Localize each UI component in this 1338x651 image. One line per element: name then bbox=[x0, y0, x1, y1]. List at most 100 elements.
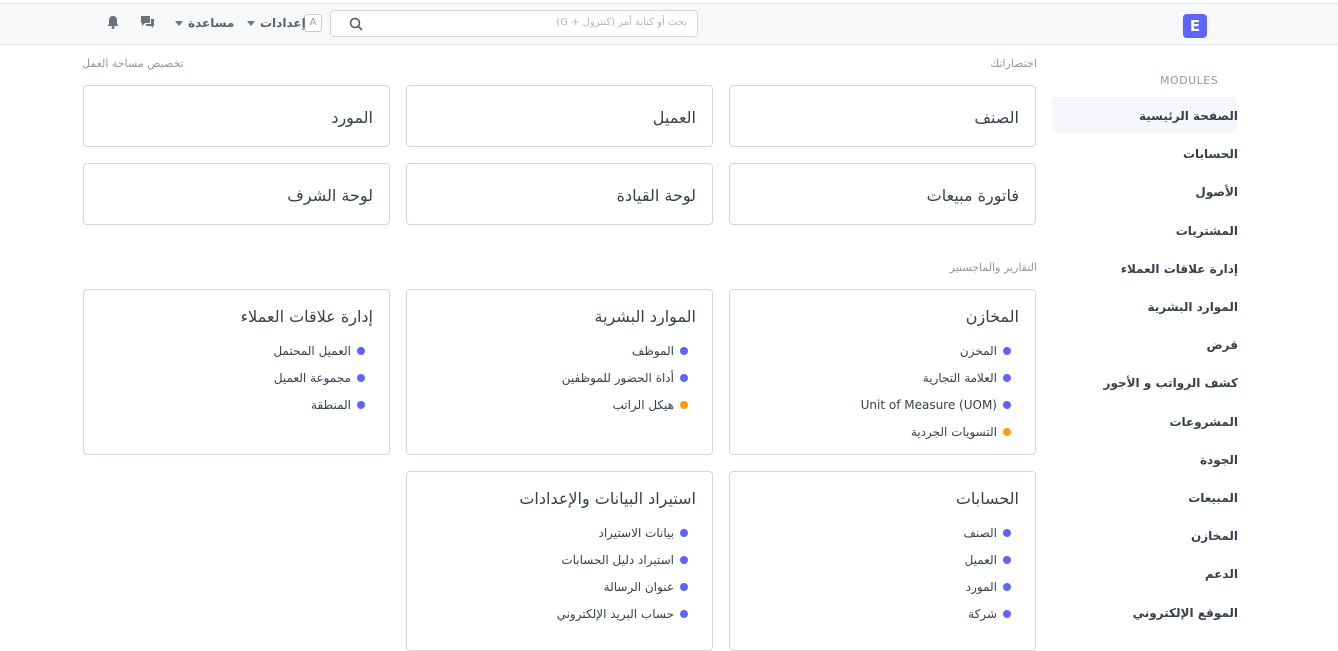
sidebar-item[interactable]: الموارد البشرية bbox=[1147, 300, 1238, 314]
report-link-label: شركة bbox=[968, 607, 997, 621]
sidebar-item[interactable]: الأصول bbox=[1195, 185, 1238, 199]
report-card: الموارد البشرية الموظف أداة الحضور للموظفي… bbox=[406, 289, 713, 455]
report-card-title: إدارة علاقات العملاء bbox=[240, 307, 373, 326]
report-link-label: الموظف bbox=[631, 344, 674, 358]
reports-label: التقارير والماجستير bbox=[949, 261, 1037, 274]
report-link[interactable]: حساب البريد الإلكتروني bbox=[557, 607, 688, 621]
report-link[interactable]: شركة bbox=[968, 607, 1011, 621]
shortcuts-label: اختصاراتك bbox=[990, 57, 1037, 70]
report-link[interactable]: المنطقة bbox=[311, 398, 365, 412]
sidebar-item[interactable]: قرض bbox=[1207, 338, 1238, 352]
status-dot-icon bbox=[680, 347, 688, 355]
shortcut-label: لوحة القيادة bbox=[616, 186, 696, 205]
shortcut-card[interactable]: فاتورة مبيعات bbox=[729, 163, 1036, 225]
avatar[interactable]: A bbox=[304, 14, 322, 32]
report-card-title: استيراد البيانات والإعدادات bbox=[519, 489, 696, 508]
status-dot-icon bbox=[1003, 556, 1011, 564]
report-link[interactable]: المورد bbox=[966, 580, 1011, 594]
search-placeholder: بحث أو كتابة أمر (كنترول + G) bbox=[556, 17, 687, 28]
chevron-down-icon bbox=[247, 21, 255, 26]
report-link[interactable]: المخزن bbox=[960, 344, 1011, 358]
status-dot-icon bbox=[1003, 610, 1011, 618]
status-dot-icon bbox=[1003, 583, 1011, 591]
status-dot-icon bbox=[680, 556, 688, 564]
shortcut-label: لوحة الشرف bbox=[287, 186, 373, 205]
report-link-label: أداة الحضور للموظفين bbox=[561, 371, 674, 385]
shortcut-label: فاتورة مبيعات bbox=[926, 186, 1019, 205]
sidebar-item[interactable]: المشتريات bbox=[1176, 224, 1238, 238]
status-dot-icon bbox=[357, 347, 365, 355]
sidebar-item[interactable]: الحسابات bbox=[1183, 147, 1238, 161]
report-link[interactable]: مجموعة العميل bbox=[274, 371, 365, 385]
report-link-label: المخزن bbox=[959, 344, 997, 358]
sidebar-item[interactable]: المبيعات bbox=[1188, 491, 1238, 505]
sidebar-item[interactable]: الجودة bbox=[1200, 453, 1238, 467]
report-link[interactable]: العلامة التجارية bbox=[923, 371, 1011, 385]
report-link-label: بيانات الاستيراد bbox=[598, 526, 675, 540]
report-link[interactable]: الموظف bbox=[632, 344, 688, 358]
report-card-title: المخازن bbox=[965, 307, 1019, 326]
sidebar-item[interactable]: الموقع الإلكتروني bbox=[1133, 606, 1238, 620]
report-link[interactable]: استيراد دليل الحسابات bbox=[561, 553, 688, 567]
report-link[interactable]: Unit of Measure (UOM) bbox=[861, 398, 1011, 412]
shortcut-card[interactable]: لوحة القيادة bbox=[406, 163, 713, 225]
customize-workspace-link[interactable]: تخصيص مساحة العمل bbox=[82, 57, 184, 70]
status-dot-icon bbox=[357, 374, 365, 382]
report-link[interactable]: عنوان الرسالة bbox=[604, 580, 688, 594]
report-link[interactable]: أداة الحضور للموظفين bbox=[562, 371, 688, 385]
status-dot-icon bbox=[680, 401, 688, 409]
chat-icon[interactable] bbox=[138, 14, 156, 30]
shortcut-card[interactable]: المورد bbox=[83, 85, 390, 147]
status-dot-icon bbox=[1003, 347, 1011, 355]
report-card: استيراد البيانات والإعدادات بيانات الاستي… bbox=[406, 471, 713, 651]
shortcut-label: الصنف bbox=[974, 108, 1019, 127]
report-link[interactable]: العميل bbox=[965, 553, 1011, 567]
shortcut-card[interactable]: العميل bbox=[406, 85, 713, 147]
report-link[interactable]: التسويات الجردية bbox=[911, 425, 1011, 439]
report-link-label: العميل bbox=[964, 553, 997, 567]
report-link-label: استيراد دليل الحسابات bbox=[561, 553, 674, 567]
help-dropdown[interactable]: مساعدة bbox=[188, 16, 234, 30]
status-dot-icon bbox=[680, 529, 688, 537]
report-card: الحسابات الصنف العميل المورد شركة bbox=[729, 471, 1036, 651]
shortcut-card[interactable]: لوحة الشرف bbox=[83, 163, 390, 225]
report-card: إدارة علاقات العملاء العميل المحتمل مجموعة… bbox=[83, 289, 390, 455]
report-card: المخازن المخزن العلامة التجارية Unit of Mea… bbox=[729, 289, 1036, 455]
status-dot-icon bbox=[680, 583, 688, 591]
report-link-label: مجموعة العميل bbox=[273, 371, 351, 385]
status-dot-icon bbox=[680, 374, 688, 382]
chevron-down-icon bbox=[175, 21, 183, 26]
app-logo[interactable]: E bbox=[1183, 14, 1207, 38]
sidebar-item[interactable]: الصفحة الرئيسية bbox=[1139, 109, 1238, 123]
report-link-label: Unit of Measure (UOM) bbox=[860, 398, 997, 412]
report-link-label: هيكل الراتب bbox=[612, 398, 674, 412]
status-dot-icon bbox=[1003, 529, 1011, 537]
report-link[interactable]: هيكل الراتب bbox=[612, 398, 688, 412]
report-card-title: الحسابات bbox=[955, 489, 1019, 508]
shortcut-label: العميل bbox=[652, 108, 696, 127]
shortcut-label: المورد bbox=[331, 108, 373, 127]
shortcut-card[interactable]: الصنف bbox=[729, 85, 1036, 147]
report-link-label: التسويات الجردية bbox=[910, 425, 997, 439]
status-dot-icon bbox=[680, 610, 688, 618]
search-input[interactable]: بحث أو كتابة أمر (كنترول + G) bbox=[330, 10, 698, 37]
sidebar-item[interactable]: المشروعات bbox=[1169, 415, 1238, 429]
report-link[interactable]: بيانات الاستيراد bbox=[598, 526, 688, 540]
sidebar-item[interactable]: الدعم bbox=[1205, 567, 1238, 581]
status-dot-icon bbox=[1003, 428, 1011, 436]
bell-icon[interactable] bbox=[104, 14, 122, 30]
settings-dropdown[interactable]: إعدادات bbox=[260, 16, 306, 30]
report-card-title: الموارد البشرية bbox=[594, 307, 697, 326]
sidebar-item[interactable]: المخازن bbox=[1191, 529, 1238, 543]
report-link-label: المنطقة bbox=[311, 398, 351, 412]
sidebar-item[interactable]: كشف الرواتب و الأجور bbox=[1104, 376, 1238, 390]
report-link[interactable]: الصنف bbox=[964, 526, 1011, 540]
report-link-label: العميل المحتمل bbox=[273, 344, 351, 358]
top-navbar: E بحث أو كتابة أمر (كنترول + G) A إعدادا… bbox=[0, 3, 1338, 45]
report-link[interactable]: العميل المحتمل bbox=[273, 344, 365, 358]
status-dot-icon bbox=[1003, 401, 1011, 409]
status-dot-icon bbox=[357, 401, 365, 409]
sidebar-item[interactable]: إدارة علاقات العملاء bbox=[1121, 262, 1238, 276]
report-link-label: عنوان الرسالة bbox=[603, 580, 674, 594]
report-link-label: المورد bbox=[965, 580, 997, 594]
